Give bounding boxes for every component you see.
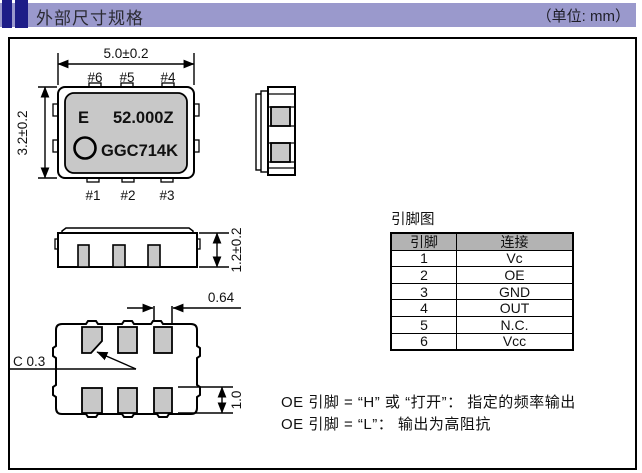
dimension-pad-length-text: 1.0 xyxy=(229,391,244,410)
pin-cell: 1 xyxy=(391,250,457,267)
package-end-view xyxy=(256,87,295,175)
dimension-pad-width-text: 0.64 xyxy=(208,290,235,305)
connection-cell: OE xyxy=(457,267,574,284)
pin-cell: 5 xyxy=(391,316,457,333)
oe-note-line-2: OE 引脚 = “L”： 输出为高阻抗 xyxy=(281,414,576,436)
chamfer-label-text: C 0.3 xyxy=(13,354,45,369)
pin-cell: 3 xyxy=(391,283,457,300)
connection-cell: N.C. xyxy=(457,316,574,333)
pin-table-row: 2 OE xyxy=(391,267,573,284)
oe-function-notes: OE 引脚 = “H” 或 “打开”： 指定的频率输出 OE 引脚 = “L”：… xyxy=(281,392,576,436)
connection-cell: GND xyxy=(457,283,574,300)
pin-table: 引脚 连接 1 Vc 2 OE 3 GND 4 OUT 5 N.C. xyxy=(390,232,574,351)
pin-label-3: #3 xyxy=(159,188,174,203)
pin-label-2: #2 xyxy=(120,188,135,203)
datasheet-page: 外部尺寸规格 （单位: mm） xyxy=(0,0,642,473)
package-top-view: E 52.000Z GGC714K #6 #5 #4 #1 #2 #3 xyxy=(53,70,199,203)
package-side-view xyxy=(55,228,200,267)
connection-cell: Vcc xyxy=(457,333,574,350)
pin-label-1: #1 xyxy=(85,188,100,203)
pin-cell: 6 xyxy=(391,333,457,350)
pin-table-row: 4 OUT xyxy=(391,300,573,317)
package-lid xyxy=(65,93,187,173)
connection-cell: Vc xyxy=(457,250,574,267)
connection-column-header: 连接 xyxy=(457,233,574,250)
dimension-width-text: 5.0±0.2 xyxy=(104,46,149,61)
package-bottom-view xyxy=(53,306,200,417)
pin-table-row: 1 Vc xyxy=(391,250,573,267)
pin-table-title: 引脚图 xyxy=(391,208,574,229)
marking-frequency: 52.000Z xyxy=(113,109,174,127)
pin-cell: 4 xyxy=(391,300,457,317)
pin-table-row: 6 Vcc xyxy=(391,333,573,350)
marking-grade: E xyxy=(78,109,89,127)
dimension-thickness-text: 1.2±0.2 xyxy=(229,228,244,273)
pin-assignment-section: 引脚图 引脚 连接 1 Vc 2 OE 3 GND 4 OUT xyxy=(390,208,574,351)
dimension-height xyxy=(38,87,57,178)
dimension-thickness xyxy=(199,233,229,267)
pin-column-header: 引脚 xyxy=(391,233,457,250)
pin-table-row: 3 GND xyxy=(391,283,573,300)
pin-table-row: 5 N.C. xyxy=(391,316,573,333)
oe-note-line-1: OE 引脚 = “H” 或 “打开”： 指定的频率输出 xyxy=(281,392,576,414)
pin-label-4: #4 xyxy=(160,70,176,85)
pin-cell: 2 xyxy=(391,267,457,284)
pin-label-6: #6 xyxy=(87,70,102,85)
pin-table-header-row: 引脚 连接 xyxy=(391,233,573,250)
marking-code: GGC714K xyxy=(101,142,178,160)
connection-cell: OUT xyxy=(457,300,574,317)
pin-label-5: #5 xyxy=(119,70,134,85)
dimension-height-text: 3.2±0.2 xyxy=(15,111,30,156)
